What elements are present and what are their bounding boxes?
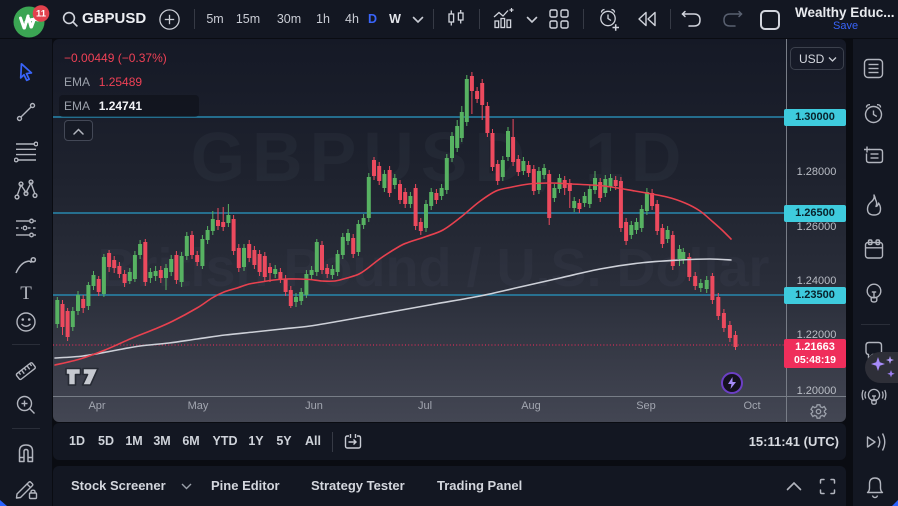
svg-text:T: T xyxy=(20,283,32,303)
svg-text:11: 11 xyxy=(36,9,47,20)
